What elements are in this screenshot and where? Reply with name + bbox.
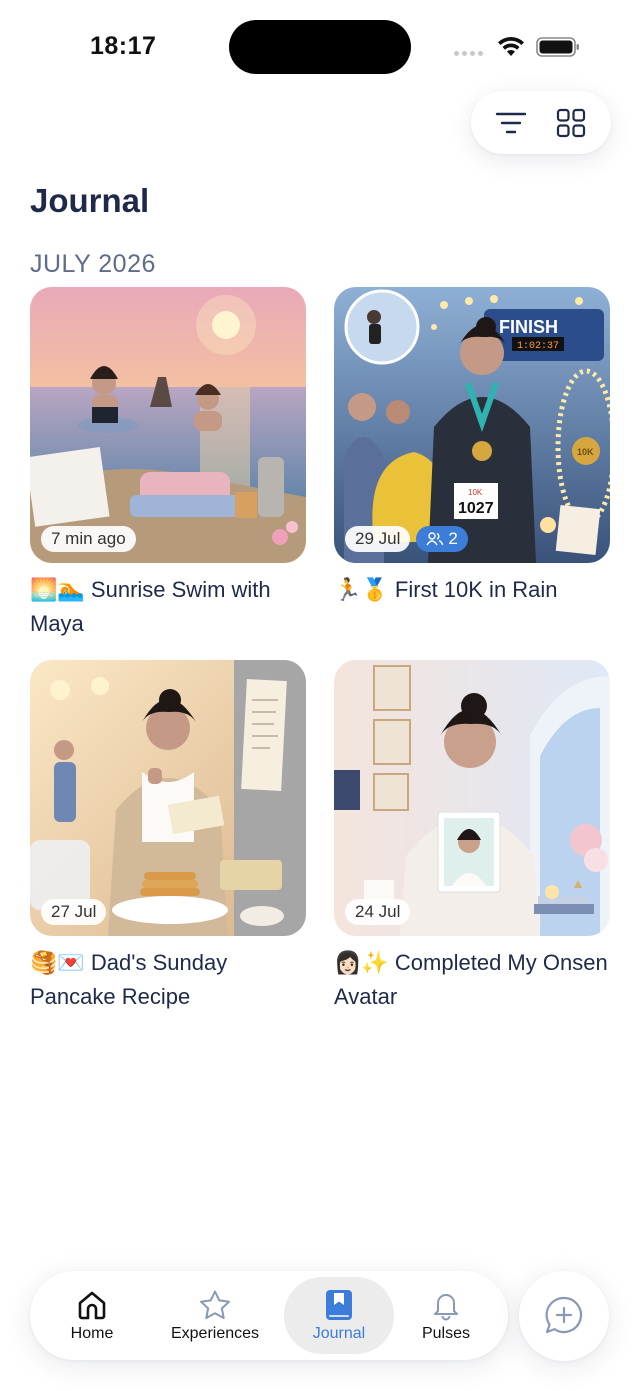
journal-icon	[326, 1289, 352, 1320]
svg-text:10K: 10K	[577, 447, 594, 457]
entry-image: 7 min ago	[30, 287, 306, 563]
chat-plus-icon	[545, 1296, 583, 1334]
grid-icon	[556, 108, 586, 137]
battery-icon	[536, 37, 579, 57]
status-time: 18:17	[90, 32, 157, 60]
page-title: Journal	[30, 182, 150, 219]
filter-icon	[495, 112, 527, 133]
month-section-header: JULY 2026	[30, 250, 156, 278]
tab-journal[interactable]: Journal	[284, 1277, 394, 1354]
entry-title: 🥞💌 Dad's Sunday Pancake Recipe	[30, 950, 228, 1009]
date-badge: 7 min ago	[41, 526, 136, 552]
journal-entry-card[interactable]: 7 min ago 🌅🏊 Sunrise Swim with Maya	[30, 287, 306, 640]
compose-button[interactable]	[519, 1271, 609, 1361]
svg-text:FINISH: FINISH	[499, 317, 558, 337]
entry-title: 🌅🏊 Sunrise Swim with Maya	[30, 577, 271, 636]
dynamic-island	[229, 20, 411, 74]
wifi-icon	[498, 36, 524, 56]
bottom-tab-bar: Home Experiences Journal Pulses	[30, 1271, 508, 1360]
grid-view-button[interactable]	[551, 103, 591, 143]
date-badge: 29 Jul	[345, 526, 411, 552]
date-badge: 24 Jul	[345, 899, 411, 925]
status-bar: 18:17	[0, 0, 640, 90]
tab-label: Pulses	[421, 1324, 471, 1342]
tab-experiences[interactable]: Experiences	[160, 1277, 270, 1354]
entry-image: 24 Jul	[334, 660, 610, 936]
tab-label: Journal	[312, 1324, 366, 1342]
svg-text:1:02:37: 1:02:37	[517, 341, 559, 352]
people-icon	[426, 532, 444, 546]
journal-entry-card[interactable]: 27 Jul 🥞💌 Dad's Sunday Pancake Recipe	[30, 660, 306, 1013]
tab-pulses[interactable]: Pulses	[391, 1277, 501, 1354]
entry-title: 🏃🥇 First 10K in Rain	[334, 577, 558, 603]
entry-image: FINISH 1:02:37 10K 1027 10K 29 Jul 2	[334, 287, 610, 563]
tab-label: Home	[70, 1324, 114, 1342]
journal-entry-card[interactable]: 24 Jul 👩🏻✨ Completed My Onsen Avatar	[334, 660, 610, 1013]
entry-title: 👩🏻✨ Completed My Onsen Avatar	[334, 950, 608, 1009]
filter-button[interactable]	[491, 103, 531, 143]
date-badge: 27 Jul	[41, 899, 107, 925]
entry-image: 27 Jul	[30, 660, 306, 936]
star-icon	[200, 1290, 230, 1319]
cellular-signal-icon	[454, 51, 483, 56]
tab-home[interactable]: Home	[37, 1277, 147, 1354]
view-toolbar	[471, 91, 611, 154]
tab-label: Experiences	[170, 1324, 260, 1342]
svg-text:10K: 10K	[468, 488, 483, 497]
shared-people-badge: 2	[416, 526, 468, 552]
svg-text:1027: 1027	[458, 500, 494, 517]
journal-entry-card[interactable]: FINISH 1:02:37 10K 1027 10K 29 Jul 2 🏃🥇 …	[334, 287, 610, 607]
bell-icon	[434, 1293, 458, 1320]
home-icon	[78, 1291, 106, 1319]
